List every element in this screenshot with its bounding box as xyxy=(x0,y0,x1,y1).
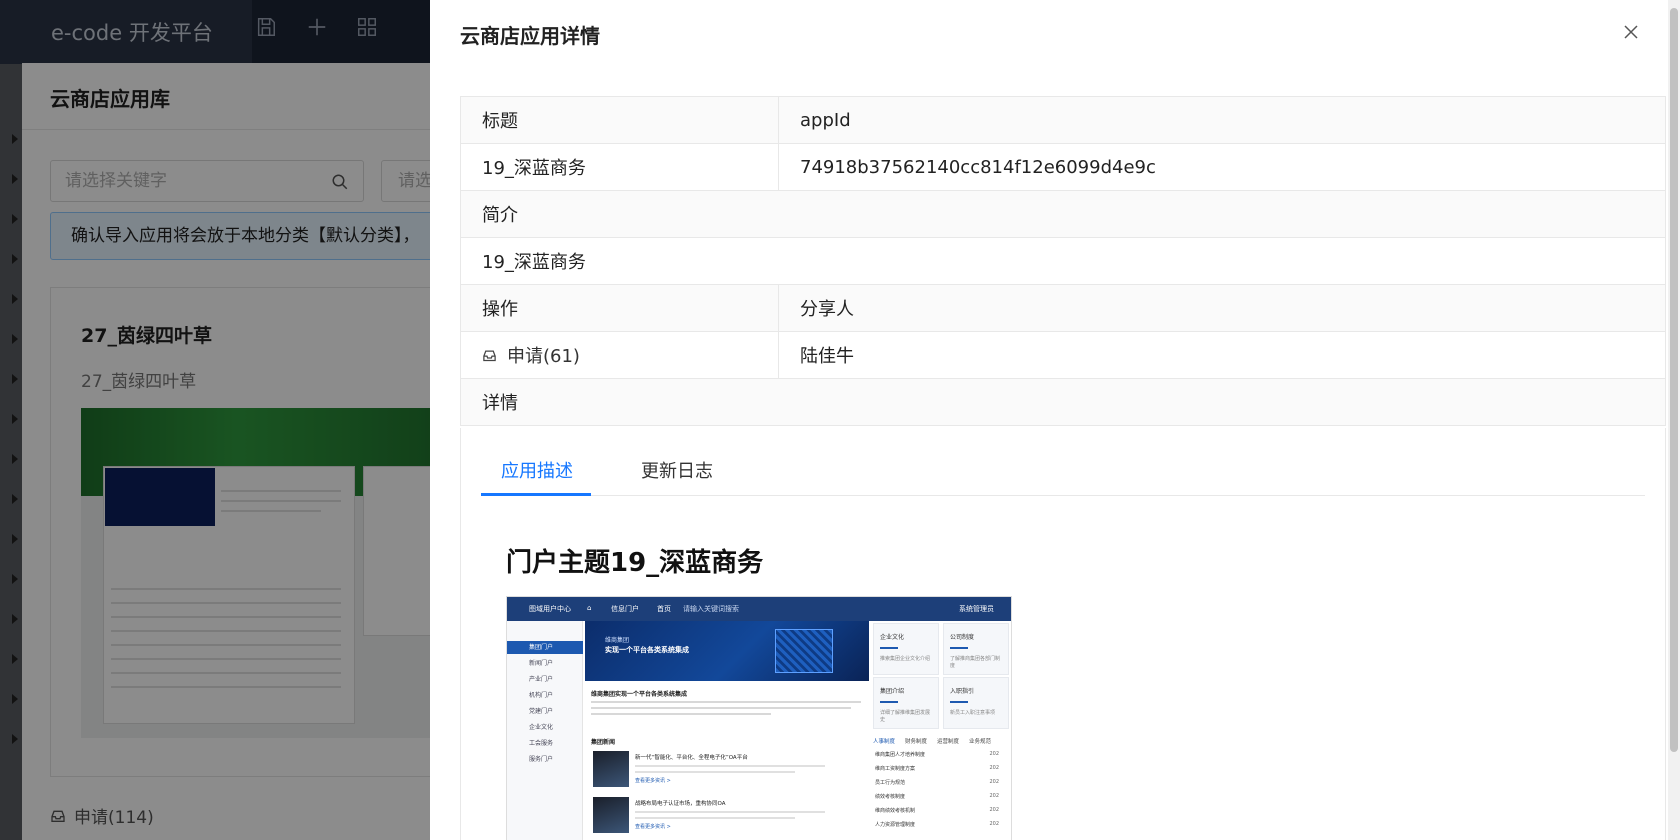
preview-list-tab: 业务规范 xyxy=(969,739,992,745)
preview-card-desc: 推索集团企业文化介绍 xyxy=(880,656,931,662)
preview-card-title: 集团介绍 xyxy=(880,688,905,695)
title-label: 标题 xyxy=(461,97,779,143)
preview-list-item: 维商工资制度方案 202 xyxy=(875,765,999,772)
preview-side-item: 党建门户 xyxy=(529,708,554,715)
preview-news-more: 查看更多资讯 > xyxy=(635,824,671,830)
preview-user: 系统管理员 xyxy=(959,605,994,613)
preview-card-desc: 了解推商集团各部门制度 xyxy=(950,656,1001,669)
preview-list-item: 员工行为规范 202 xyxy=(875,779,999,786)
preview-list-item: 维商绩效考核机制 202 xyxy=(875,807,999,814)
preview-side-item: 产业门户 xyxy=(529,676,554,683)
close-icon[interactable] xyxy=(1622,23,1642,43)
ops-label: 操作 xyxy=(461,285,779,331)
details-panel: 应用描述 更新日志 门户主题19_深蓝商务 图域用户中心 ⌂ 信息门户 首页 请… xyxy=(460,428,1666,840)
preview-list-tab: 财务制度 xyxy=(905,739,928,745)
drawer-header: 云商店应用详情 xyxy=(430,0,1665,66)
chip-illustration xyxy=(775,629,833,673)
drawer-title: 云商店应用详情 xyxy=(460,24,600,48)
preview-list-tab: 运营制度 xyxy=(937,739,960,745)
intro-value: 19_深蓝商务 xyxy=(482,252,586,273)
preview-list-tabs: 人事制度 财务制度 运营制度 业务规范 xyxy=(873,737,1001,745)
drawer-scrollbar[interactable] xyxy=(1668,0,1680,840)
preview-news-item: 新一代“智能化、平台化、全程电子化”OA平台 xyxy=(635,755,748,761)
news-thumbnail xyxy=(593,751,629,787)
table-row: 申请(61) 陆佳牛 xyxy=(461,332,1665,379)
preview-list-item: 绩效考核制度 202 xyxy=(875,793,999,800)
preview-side-item: 机构门户 xyxy=(529,692,554,699)
scrollbar-thumb[interactable] xyxy=(1670,8,1678,752)
detail-tabs: 应用描述 更新日志 xyxy=(481,451,1645,496)
table-row: 操作 分享人 xyxy=(461,285,1665,332)
preview-list-tab: 人事制度 xyxy=(873,739,896,745)
appid-value: 74918b37562140cc814f12e6099d4e9c xyxy=(800,156,1156,178)
preview-search: 请输入关键词搜索 xyxy=(683,605,739,613)
apply-label: 申请(61) xyxy=(507,346,580,367)
preview-headline: 维商集团实现一个平台各类系统集成 xyxy=(591,691,688,698)
table-row: 19_深蓝商务 xyxy=(461,238,1665,285)
preview-sidebar: 集团门户 新闻门户 产业门户 机构门户 党建门户 企业文化 工会服务 服务门户 xyxy=(507,621,583,840)
preview-side-item: 工会服务 xyxy=(529,740,554,747)
description-title: 门户主题19_深蓝商务 xyxy=(506,548,764,578)
preview-list-item: 人力资源管理制度 202 xyxy=(875,821,999,828)
preview-card-title: 公司制度 xyxy=(950,634,975,641)
sharer-label: 分享人 xyxy=(800,299,854,320)
preview-side-item: 集团门户 xyxy=(507,641,583,654)
app-detail-drawer: 云商店应用详情 标题 appId 19_深蓝商务 74918b37562140c… xyxy=(430,0,1680,840)
preview-topbar: 图域用户中心 ⌂ 信息门户 首页 请输入关键词搜索 系统管理员 xyxy=(507,597,1011,621)
preview-news-title: 集团新闻 xyxy=(591,739,616,746)
preview-card: 公司制度 了解推商集团各部门制度 xyxy=(943,623,1009,675)
tab-update-log[interactable]: 更新日志 xyxy=(621,451,733,496)
portal-preview-image: 图域用户中心 ⌂ 信息门户 首页 请输入关键词搜索 系统管理员 集团门户 新闻门… xyxy=(506,596,1012,840)
news-thumbnail xyxy=(593,797,629,833)
preview-side-item: 新闻门户 xyxy=(529,660,554,667)
inbox-icon xyxy=(483,350,496,361)
table-row: 简介 xyxy=(461,191,1665,238)
preview-news-item: 战略布局电子认证市场，重构协同OA xyxy=(635,801,726,807)
preview-banner-title: 实现一个平台各类系统集成 xyxy=(605,646,689,654)
title-value: 19_深蓝商务 xyxy=(461,144,779,190)
preview-card-desc: 新员工入职注意事项 xyxy=(950,710,996,716)
details-label: 详情 xyxy=(482,393,518,414)
table-row: 详情 xyxy=(461,379,1665,426)
preview-card-title: 企业文化 xyxy=(880,634,905,641)
preview-banner: 维商集团 实现一个平台各类系统集成 xyxy=(585,621,869,681)
preview-news-more: 查看更多资讯 > xyxy=(635,778,671,784)
preview-list-item: 维商集团人才培养制度 202 xyxy=(875,751,999,758)
table-row: 19_深蓝商务 74918b37562140cc814f12e6099d4e9c xyxy=(461,144,1665,191)
appid-label: appId xyxy=(800,109,851,131)
preview-card: 集团介绍 详细了解推维集团发展史 xyxy=(873,677,939,729)
app-info-table: 标题 appId 19_深蓝商务 74918b37562140cc814f12e… xyxy=(460,96,1666,426)
preview-card: 企业文化 推索集团企业文化介绍 xyxy=(873,623,939,675)
preview-menu: 信息门户 xyxy=(611,605,639,613)
preview-title: 图域用户中心 xyxy=(529,605,571,613)
preview-card: 入职指引 新员工入职注意事项 xyxy=(943,677,1009,729)
preview-side-item: 服务门户 xyxy=(529,756,554,763)
preview-banner-kicker: 维商集团 xyxy=(605,637,630,644)
active-tab-indicator xyxy=(481,493,591,496)
preview-card-desc: 详细了解推维集团发展史 xyxy=(880,710,931,723)
table-row: 标题 appId xyxy=(461,97,1665,144)
sharer-value: 陆佳牛 xyxy=(800,346,854,367)
tab-app-description[interactable]: 应用描述 xyxy=(481,451,593,496)
apply-button[interactable]: 申请(61) xyxy=(461,332,779,378)
preview-side-item: 企业文化 xyxy=(529,724,554,731)
intro-label: 简介 xyxy=(482,205,518,226)
preview-card-title: 入职指引 xyxy=(950,688,975,695)
preview-home: 首页 xyxy=(657,605,671,613)
